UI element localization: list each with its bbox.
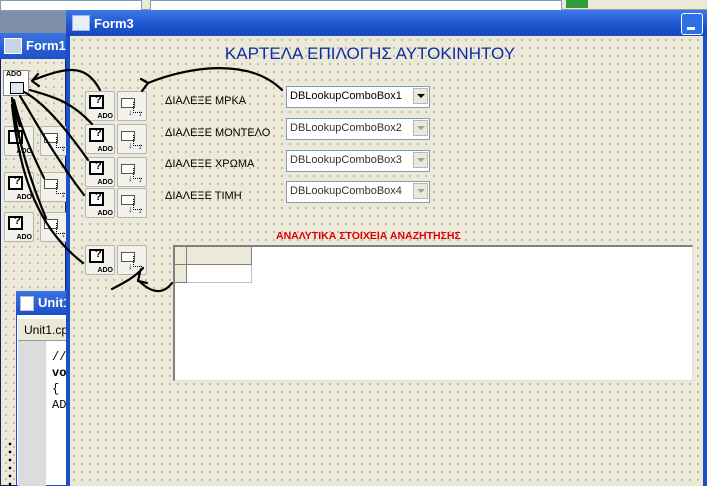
arrow-icon: ↓ [128, 140, 133, 150]
minimize-icon[interactable] [681, 13, 703, 35]
ado-query-icon[interactable]: ADO [4, 172, 34, 202]
ado-label: ADO [97, 113, 113, 120]
code-line[interactable]: vo [52, 366, 66, 380]
ado-label: ADO [16, 234, 32, 241]
data-source-icon[interactable]: ↓ ↓ [117, 91, 147, 121]
ado-query-icon[interactable]: ADO [85, 124, 115, 154]
combo-brand[interactable]: DBLookupComboBox1 [286, 86, 430, 108]
data-source-icon[interactable]: ↓ ↓ [117, 124, 147, 154]
label-color: ΔΙΑΛΕΞΕ ΧΡΩΜΑ [165, 158, 255, 170]
arrow-icon: ↓ [128, 204, 133, 214]
arrow-icon: ↓ [138, 262, 143, 272]
grid-row-indicator[interactable] [175, 265, 187, 283]
ado-connection-icon[interactable]: ADO [3, 70, 29, 96]
combo-text: DBLookupComboBox1 [290, 90, 402, 102]
combo-text: DBLookupComboBox3 [290, 154, 402, 166]
ado-connection-label: ADO [6, 71, 22, 78]
arrow-icon: ↓ [61, 143, 66, 153]
chevron-down-icon[interactable] [413, 183, 428, 199]
grid-corner-cell [175, 247, 187, 265]
code-line[interactable]: // [52, 350, 66, 364]
data-source-icon[interactable]: ↓ ↓ [117, 245, 147, 275]
document-icon [20, 296, 34, 311]
ado-label: ADO [97, 179, 113, 186]
form-heading: ΚΑΡΤΕΛΑ ΕΠΙΛΟΓΗΣ ΑΥΤΟΚΙΝΗΤΟΥ [224, 44, 516, 63]
combo-color[interactable]: DBLookupComboBox3 [286, 150, 430, 172]
combo-text: DBLookupComboBox2 [290, 122, 402, 134]
ado-label: ADO [97, 210, 113, 217]
form-icon [72, 15, 90, 31]
code-editor-titlebar[interactable]: Unit1 [16, 291, 71, 315]
form3-titlebar[interactable]: Form3 [66, 10, 707, 36]
grid-cell[interactable] [187, 265, 252, 283]
ado-query-icon[interactable]: ADO [85, 91, 115, 121]
arrow-icon: ↓ [128, 261, 133, 271]
form3-title: Form3 [94, 16, 134, 31]
tab-unit1-cpp[interactable]: Unit1.cpp [18, 319, 75, 341]
chevron-down-icon[interactable] [413, 120, 428, 136]
connection-glyph-icon [10, 82, 24, 94]
combo-model[interactable]: DBLookupComboBox2 [286, 118, 430, 140]
form1-title: Form1 [26, 38, 66, 53]
code-line[interactable]: AD [52, 398, 66, 412]
ado-label: ADO [97, 267, 113, 274]
ado-query-icon[interactable]: ADO [85, 188, 115, 218]
arrow-icon: ↓ [138, 141, 143, 151]
ado-query-icon[interactable]: ADO [4, 126, 34, 156]
ado-query-icon[interactable]: ADO [4, 212, 34, 242]
label-brand: ΔΙΑΛΕΞΕ ΜΡΚΑ [165, 95, 247, 107]
run-icon[interactable] [566, 0, 588, 8]
results-title: ΑΝΑΛΥΤΙΚΑ ΣΤΟΙΧΕΙΑ ΑΝΑΖΗΤΗΣΗΣ [276, 230, 461, 242]
arrow-icon: ↓ [138, 174, 143, 184]
ado-label: ADO [16, 194, 32, 201]
grid-column-header[interactable] [187, 247, 252, 265]
arrow-icon: ↓ [61, 189, 66, 199]
data-source-icon[interactable]: ↓ ↓ [117, 157, 147, 187]
form1-titlebar[interactable]: Form1 [0, 33, 66, 59]
arrow-icon: ↓ [128, 107, 133, 117]
label-model: ΔΙΑΛΕΞΕ ΜΟΝΤΕΛΟ [165, 127, 271, 139]
label-price: ΔΙΑΛΕΞΕ ΤΙΜΗ [165, 190, 242, 202]
ado-label: ADO [16, 148, 32, 155]
gutter-markers [6, 440, 14, 486]
ado-query-icon[interactable]: ADO [85, 245, 115, 275]
chevron-down-icon[interactable] [413, 152, 428, 168]
ide-top-strip [0, 0, 707, 11]
ado-label: ADO [97, 146, 113, 153]
code-line[interactable]: { [52, 382, 59, 396]
arrow-icon: ↓ [128, 173, 133, 183]
chevron-down-icon[interactable] [413, 88, 428, 104]
data-source-icon[interactable]: ↓ ↓ [117, 188, 147, 218]
form-icon [4, 38, 22, 54]
combo-price[interactable]: DBLookupComboBox4 [286, 181, 430, 203]
editor-gutter [18, 341, 46, 486]
arrow-icon: ↓ [138, 205, 143, 215]
arrow-icon: ↓ [61, 229, 66, 239]
ado-query-icon[interactable]: ADO [85, 157, 115, 187]
combo-text: DBLookupComboBox4 [290, 185, 402, 197]
arrow-icon: ↓ [138, 108, 143, 118]
